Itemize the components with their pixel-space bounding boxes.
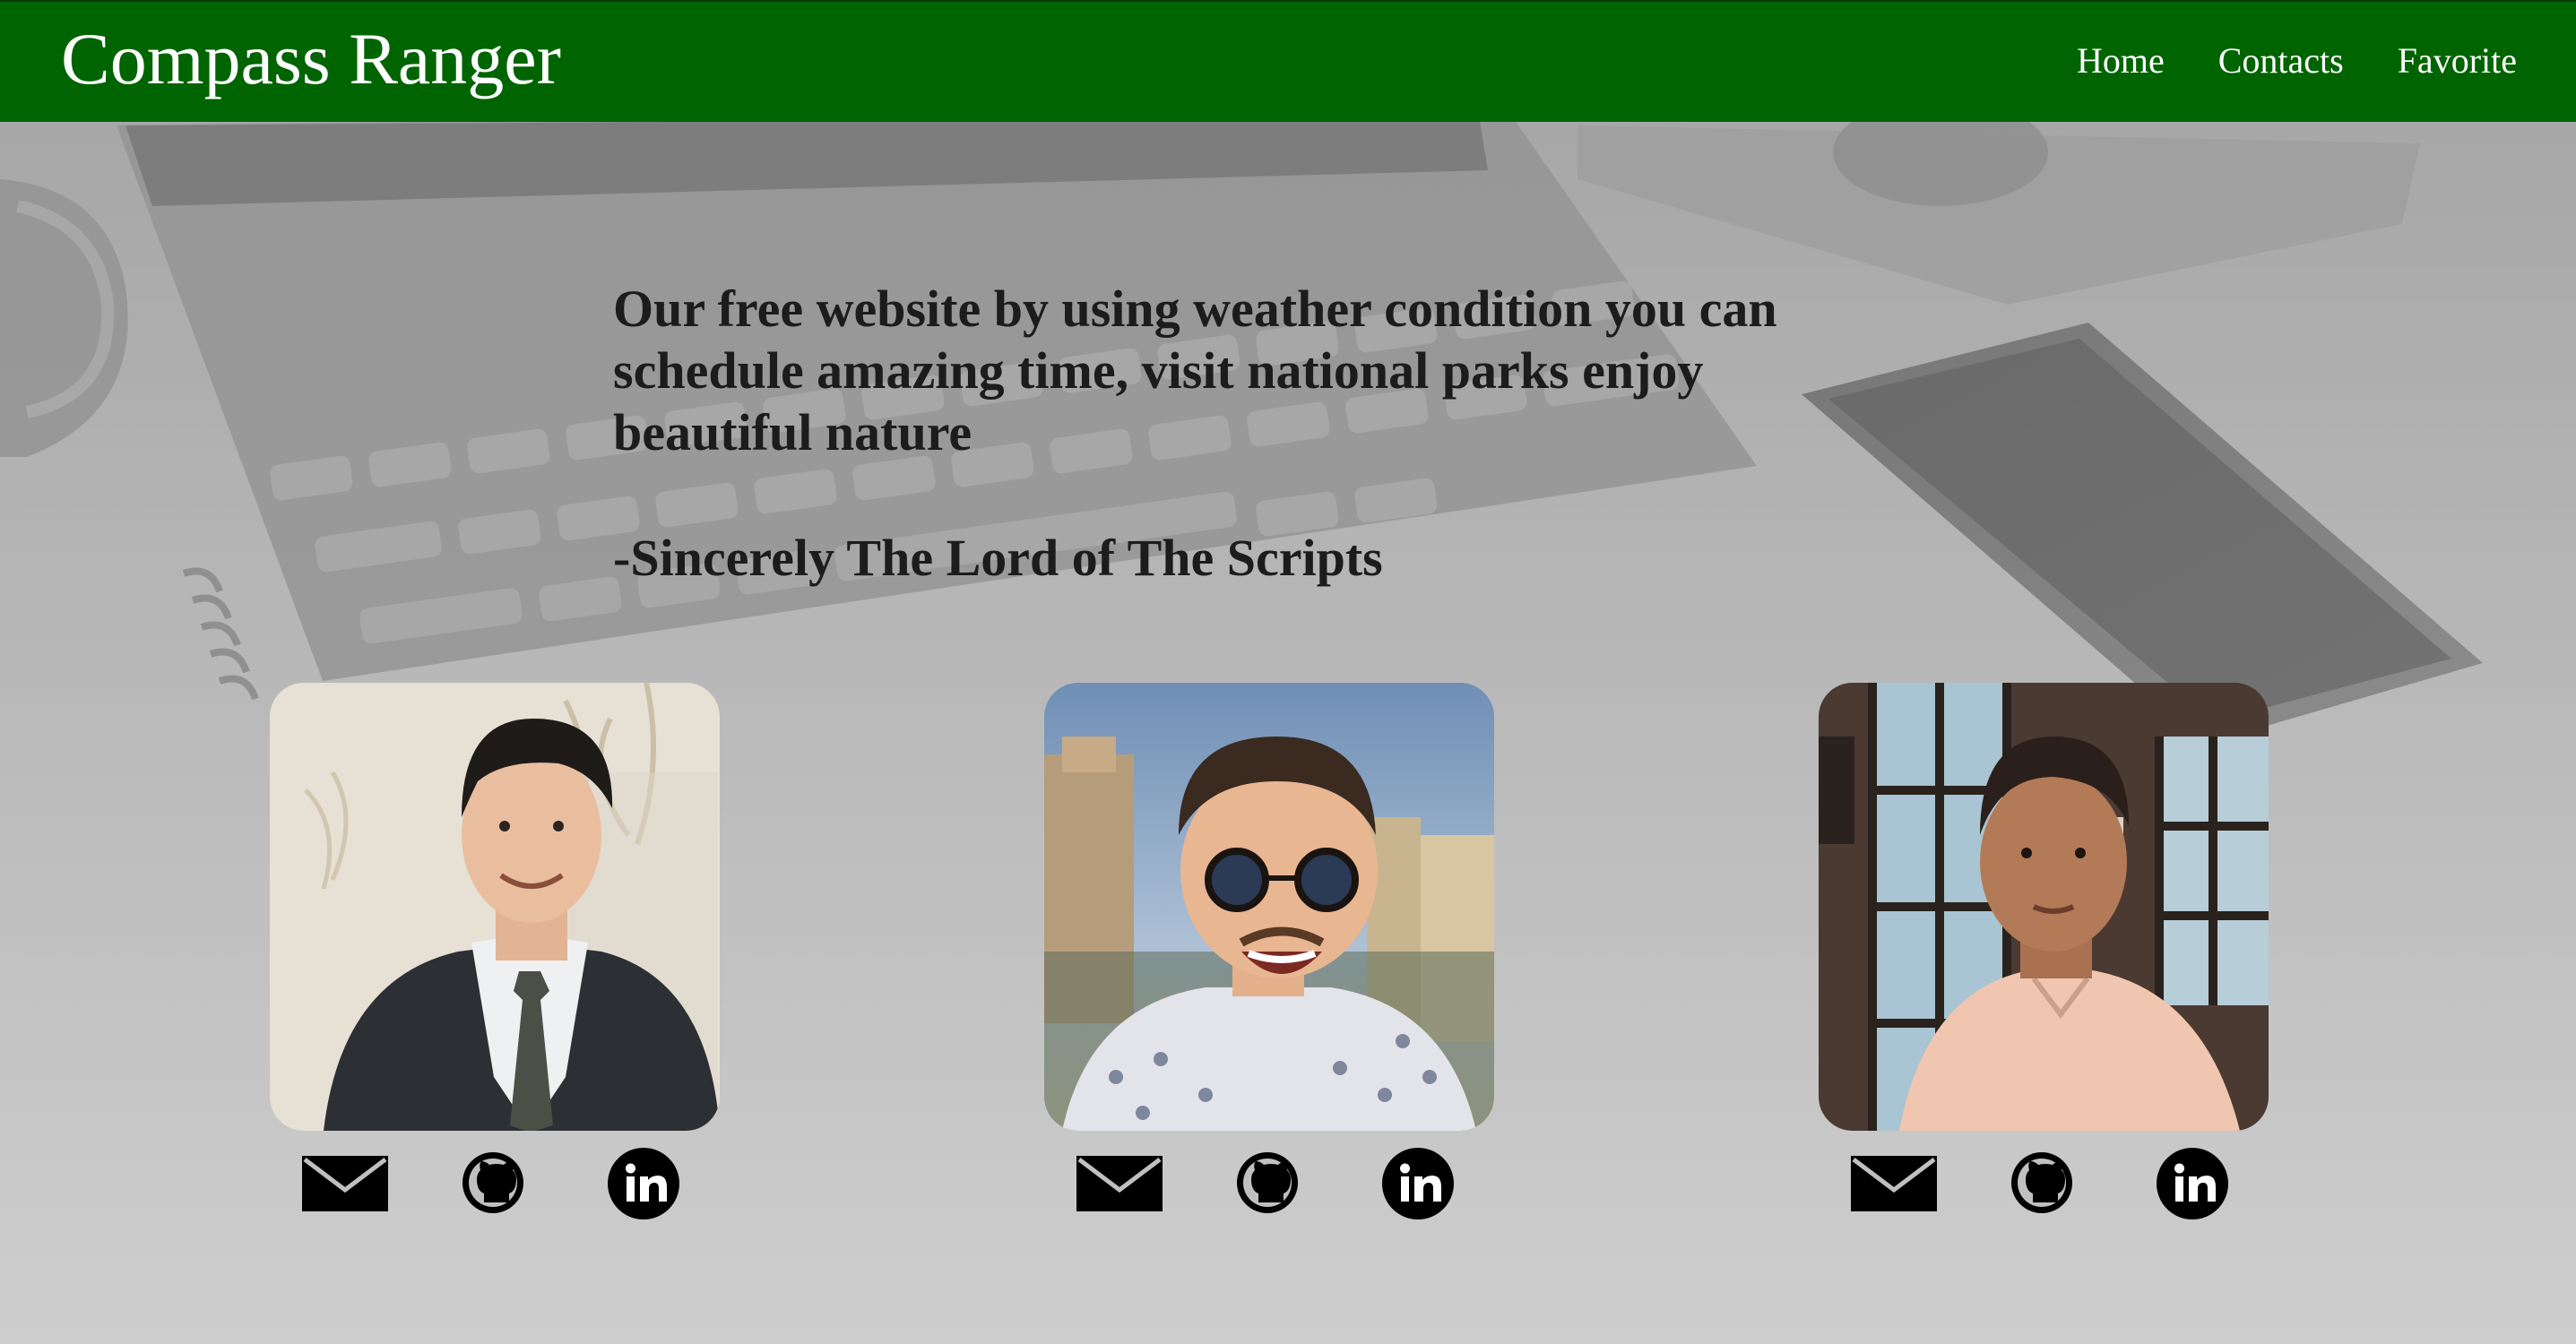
site-header: Compass Ranger Home Contacts Favorite — [0, 0, 2576, 122]
team-member-card-3 — [1819, 683, 2269, 1220]
team-member-socials-1 — [270, 1131, 720, 1220]
team-member-photo-2 — [1044, 683, 1494, 1131]
signature-text: -Sincerely The Lord of The Scripts — [613, 529, 1383, 587]
mail-icon[interactable] — [302, 1156, 388, 1211]
main-nav: Home Contacts Favorite — [2077, 39, 2517, 85]
team-member-photo-3 — [1819, 683, 2269, 1131]
intro-text: Our free website by using weather condit… — [613, 280, 1777, 461]
mail-icon[interactable] — [1076, 1156, 1163, 1211]
nav-favorite-link[interactable]: Favorite — [2398, 39, 2517, 82]
team-member-card-1 — [270, 683, 720, 1220]
team-member-card-2 — [1044, 683, 1494, 1220]
brand-logo[interactable]: Compass Ranger — [61, 22, 561, 101]
linkedin-icon[interactable] — [607, 1147, 680, 1220]
nav-home-link[interactable]: Home — [2077, 39, 2165, 82]
linkedin-icon[interactable] — [2156, 1147, 2229, 1220]
github-icon[interactable] — [1235, 1150, 1300, 1215]
nav-contacts-link[interactable]: Contacts — [2218, 39, 2344, 82]
mail-icon[interactable] — [1851, 1156, 1937, 1211]
team-member-socials-2 — [1044, 1131, 1494, 1220]
team-member-socials-3 — [1819, 1131, 2269, 1220]
linkedin-icon[interactable] — [1381, 1147, 1455, 1220]
github-icon[interactable] — [461, 1150, 525, 1215]
team-member-photo-1 — [270, 683, 720, 1131]
github-icon[interactable] — [2010, 1150, 2074, 1215]
